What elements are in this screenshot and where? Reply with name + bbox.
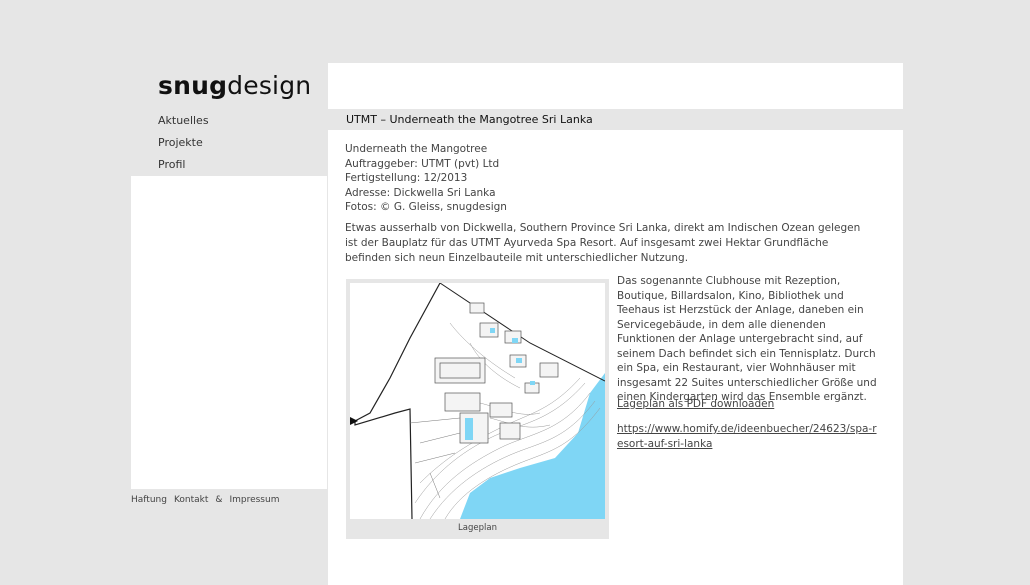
page-title: UTMT – Underneath the Mangotree Sri Lank…	[328, 109, 903, 130]
logo[interactable]: snugdesign	[158, 71, 311, 100]
left-column: snugdesign Aktuelles Projekte Profil Haf…	[131, 63, 327, 585]
sidebar-panel	[131, 176, 327, 489]
footer-links: Haftung Kontakt & Impressum	[131, 495, 286, 505]
footer-ampersand: &	[215, 495, 223, 505]
fact-address: Adresse: Dickwella Sri Lanka	[345, 186, 496, 199]
logo-light-part: design	[227, 71, 312, 100]
nav-item-profil[interactable]: Profil	[131, 154, 327, 175]
fact-name: Underneath the Mangotree	[345, 143, 488, 155]
figure-caption: Lageplan	[458, 523, 497, 533]
description-paragraph: Das sogenannte Clubhouse mit Rezeption, …	[617, 275, 877, 403]
fact-completion: Fertigstellung: 12/2013	[345, 172, 468, 184]
fact-client: Auftraggeber: UTMT (pvt) Ltd	[345, 157, 500, 170]
nav-item-aktuelles[interactable]: Aktuelles	[131, 110, 327, 131]
footer-link-impressum[interactable]: Impressum	[229, 495, 279, 505]
homify-link[interactable]: https://www.homify.de/ideenbuecher/24623…	[617, 422, 879, 451]
logo-bold-part: snug	[158, 71, 228, 100]
fact-photos: Fotos: © G. Gleiss, snugdesign	[345, 201, 507, 213]
footer-link-kontakt[interactable]: Kontakt	[174, 495, 208, 505]
site-plan-drawing	[350, 283, 605, 519]
main-nav: Aktuelles Projekte Profil	[131, 110, 327, 176]
project-facts: Underneath the Mangotree Auftraggeber: U…	[345, 142, 507, 215]
pdf-download-link[interactable]: Lageplan als PDF downloaden	[617, 397, 774, 412]
footer-link-haftung[interactable]: Haftung	[131, 495, 167, 505]
nav-item-projekte[interactable]: Projekte	[131, 132, 327, 153]
site-plan-figure: Lageplan	[346, 279, 609, 539]
intro-paragraph: Etwas ausserhalb von Dickwella, Southern…	[345, 222, 861, 264]
site-plan-image[interactable]	[350, 283, 605, 519]
main-content: UTMT – Underneath the Mangotree Sri Lank…	[328, 63, 903, 585]
logo-box: snugdesign	[131, 63, 327, 109]
